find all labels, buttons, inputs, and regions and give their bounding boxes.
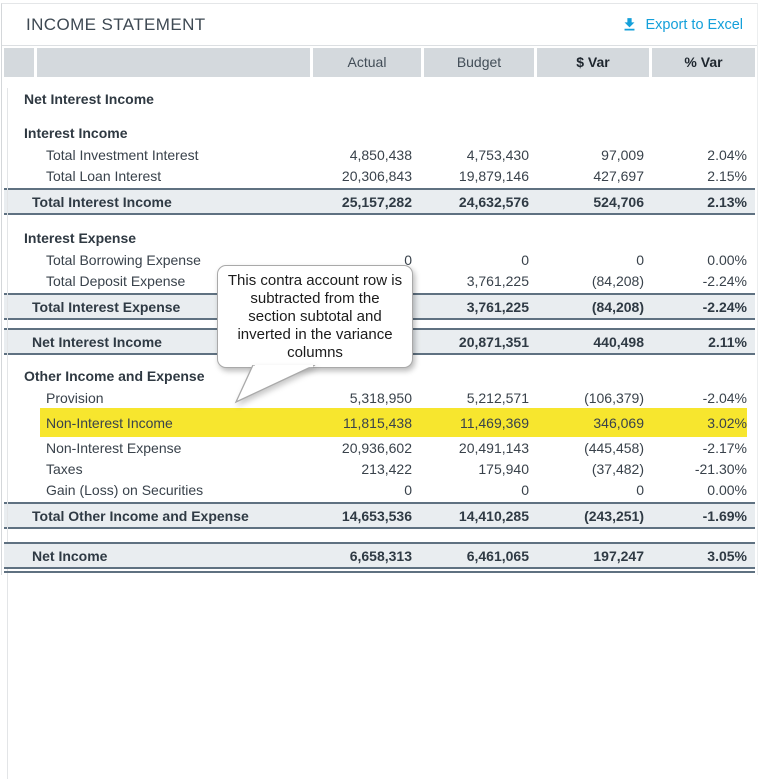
budget-value: 4,753,430 (424, 147, 534, 163)
table-row[interactable]: Total Other Income and Expense14,653,536… (4, 502, 755, 529)
dollar-var-value: 524,706 (537, 194, 649, 210)
income-statement-panel: INCOME STATEMENT Export to Excel Actual … (1, 3, 758, 575)
actual-column-header: Actual (313, 48, 421, 77)
row-label: Total Interest Income (4, 194, 310, 210)
table-row[interactable]: Gain (Loss) on Securities0000.00% (4, 479, 755, 500)
dollar-var-value: 0 (537, 252, 649, 268)
pct-var-value: -2.17% (652, 440, 755, 456)
gutter-divider-line (7, 88, 8, 779)
actual-value: 4,850,438 (313, 147, 421, 163)
row-label: Gain (Loss) on Securities (4, 482, 310, 498)
row-label: Net Income (4, 548, 310, 564)
dollar-var-value: 440,498 (537, 334, 649, 350)
pct-var-value: 3.02% (652, 415, 755, 431)
pct-var-value: 0.00% (652, 482, 755, 498)
budget-value: 0 (424, 482, 534, 498)
dollar-var-value: 427,697 (537, 168, 649, 184)
pct-var-value: 2.15% (652, 168, 755, 184)
actual-value: 20,936,602 (313, 440, 421, 456)
dollar-var-value: (84,208) (537, 299, 649, 315)
pct-var-value: 2.04% (652, 147, 755, 163)
dollar-var-value: (106,379) (537, 390, 649, 406)
table-row: Other Income and Expense (4, 365, 755, 387)
account-column-header (37, 48, 310, 77)
row-label: Non-Interest Income (4, 415, 310, 431)
actual-value: 6,658,313 (313, 548, 421, 564)
pct-var-value: -2.04% (652, 390, 755, 406)
budget-value: 20,871,351 (424, 334, 534, 350)
row-label: Total Other Income and Expense (4, 508, 310, 524)
table-row[interactable]: Non-Interest Income11,815,43811,469,3693… (4, 408, 755, 437)
table-row[interactable]: Total Loan Interest20,306,84319,879,1464… (4, 165, 755, 186)
table-row: Interest Income (4, 122, 755, 144)
budget-value: 19,879,146 (424, 168, 534, 184)
table-row[interactable]: Non-Interest Expense20,936,60220,491,143… (4, 437, 755, 458)
pct-var-value: -1.69% (652, 508, 755, 524)
budget-value: 20,491,143 (424, 440, 534, 456)
dollar-var-value: 346,069 (537, 415, 649, 431)
pct-var-value: 0.00% (652, 252, 755, 268)
tooltip-text: This contra account row is subtracted fr… (225, 272, 405, 362)
dollar-var-value: 197,247 (537, 548, 649, 564)
download-icon (621, 16, 638, 33)
budget-value: 24,632,576 (424, 194, 534, 210)
dollar-var-value: (243,251) (537, 508, 649, 524)
row-label: Interest Expense (4, 230, 310, 246)
actual-value: 25,157,282 (313, 194, 421, 210)
budget-value: 3,761,225 (424, 273, 534, 289)
actual-value: 0 (313, 482, 421, 498)
dollar-var-value: (445,458) (537, 440, 649, 456)
budget-value: 0 (424, 252, 534, 268)
budget-value: 3,761,225 (424, 299, 534, 315)
contra-account-tooltip: This contra account row is subtracted fr… (217, 265, 413, 368)
pct-var-value: 3.05% (652, 548, 755, 564)
budget-column-header: Budget (424, 48, 534, 77)
actual-value: 14,653,536 (313, 508, 421, 524)
row-label: Total Investment Interest (4, 147, 310, 163)
title-bar: INCOME STATEMENT Export to Excel (2, 4, 757, 46)
row-gutter-header (4, 48, 34, 77)
dollar-var-value: (84,208) (537, 273, 649, 289)
pct-var-column-header: % Var (652, 48, 755, 77)
row-label: Net Interest Income (4, 91, 310, 107)
pct-var-value: 2.11% (652, 334, 755, 350)
table-row[interactable]: Total Investment Interest4,850,4384,753,… (4, 144, 755, 165)
export-label: Export to Excel (645, 17, 743, 33)
row-label: Taxes (4, 461, 310, 477)
actual-value: 5,318,950 (313, 390, 421, 406)
actual-value: 213,422 (313, 461, 421, 477)
budget-value: 175,940 (424, 461, 534, 477)
tooltip-tail (234, 365, 320, 404)
actual-value: 20,306,843 (313, 168, 421, 184)
pct-var-value: -21.30% (652, 461, 755, 477)
page-title: INCOME STATEMENT (26, 15, 206, 35)
dollar-var-value: 0 (537, 482, 649, 498)
table-row[interactable]: Taxes213,422175,940(37,482)-21.30% (4, 458, 755, 479)
export-to-excel-button[interactable]: Export to Excel (621, 16, 743, 33)
dollar-var-column-header: $ Var (537, 48, 649, 77)
table-row: Net Interest Income (4, 88, 755, 110)
pct-var-value: 2.13% (652, 194, 755, 210)
budget-value: 14,410,285 (424, 508, 534, 524)
row-label: Interest Income (4, 125, 310, 141)
dollar-var-value: 97,009 (537, 147, 649, 163)
table-row[interactable]: Provision5,318,9505,212,571(106,379)-2.0… (4, 387, 755, 408)
table-row[interactable]: Total Interest Income25,157,28224,632,57… (4, 188, 755, 215)
column-header-row: Actual Budget $ Var % Var (2, 48, 757, 77)
dollar-var-value: (37,482) (537, 461, 649, 477)
pct-var-value: -2.24% (652, 299, 755, 315)
table-row[interactable]: Net Income6,658,3136,461,065197,2473.05% (4, 542, 755, 569)
budget-value: 6,461,065 (424, 548, 534, 564)
row-label: Non-Interest Expense (4, 440, 310, 456)
pct-var-value: -2.24% (652, 273, 755, 289)
budget-value: 11,469,369 (424, 415, 534, 431)
table-row: Interest Expense (4, 227, 755, 249)
actual-value: 11,815,438 (313, 415, 421, 431)
budget-value: 5,212,571 (424, 390, 534, 406)
row-label: Total Loan Interest (4, 168, 310, 184)
